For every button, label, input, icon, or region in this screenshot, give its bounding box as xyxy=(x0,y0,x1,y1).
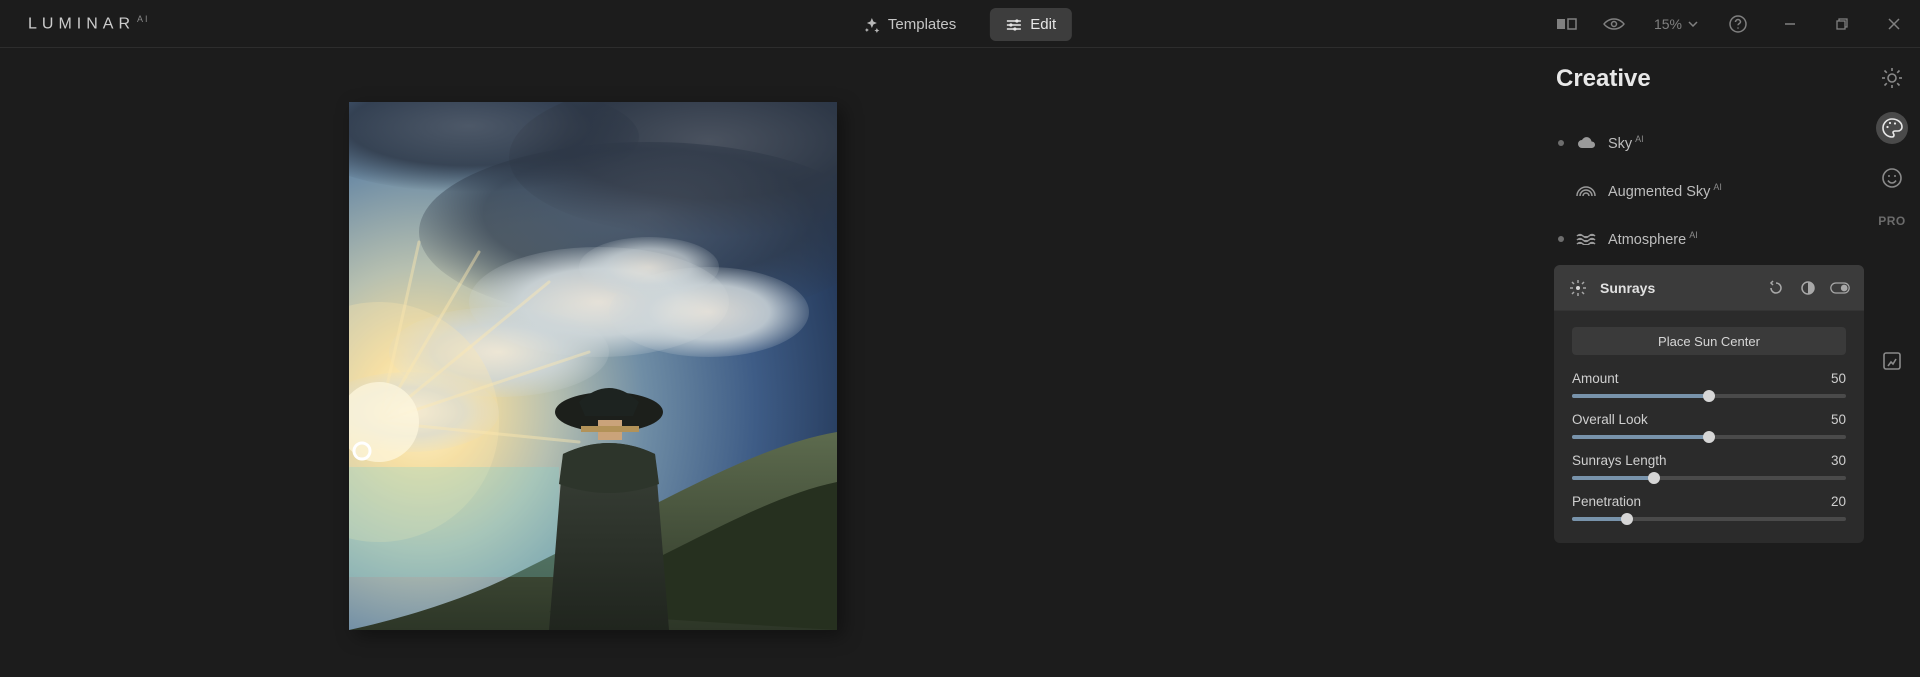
slider-sunrays-length-label: Sunrays Length xyxy=(1572,453,1667,468)
place-sun-center-button[interactable]: Place Sun Center xyxy=(1572,327,1846,355)
category-rail: PRO xyxy=(1864,48,1920,677)
tool-atmosphere[interactable]: AtmosphereAI xyxy=(1554,215,1864,263)
tool-augmented-sky[interactable]: Augmented SkyAI xyxy=(1554,167,1864,215)
cloud-icon xyxy=(1576,136,1596,150)
sun-center-marker[interactable] xyxy=(353,442,372,461)
slider-amount-knob[interactable] xyxy=(1703,390,1715,402)
rail-creative-button[interactable] xyxy=(1876,112,1908,144)
sparkles-icon xyxy=(864,17,880,33)
slider-penetration-knob[interactable] xyxy=(1621,513,1633,525)
help-button[interactable] xyxy=(1712,0,1764,48)
slider-penetration-value: 20 xyxy=(1831,494,1846,509)
sliders-icon xyxy=(1006,17,1022,33)
slider-sunrays-length: Sunrays Length 30 xyxy=(1572,453,1846,480)
chevron-down-icon xyxy=(1688,21,1698,27)
app-logo: LUMINARAI xyxy=(28,14,150,33)
slider-overall-look-value: 50 xyxy=(1831,412,1846,427)
canvas[interactable]: PRO Creative SkyAI Augmented SkyAI Atmos… xyxy=(0,48,1920,677)
help-icon xyxy=(1729,15,1747,33)
creative-panel: Creative SkyAI Augmented SkyAI Atmospher… xyxy=(1554,48,1864,543)
slider-sunrays-length-knob[interactable] xyxy=(1648,472,1660,484)
window-minimize-button[interactable] xyxy=(1764,0,1816,48)
slider-penetration-track[interactable] xyxy=(1572,517,1846,521)
panel-title: Creative xyxy=(1556,65,1864,93)
mask-button[interactable] xyxy=(1798,278,1818,298)
slider-overall-look: Overall Look 50 xyxy=(1572,412,1846,439)
slider-overall-look-track[interactable] xyxy=(1572,435,1846,439)
waves-icon xyxy=(1576,232,1596,246)
templates-mode-button[interactable]: Templates xyxy=(848,8,972,41)
frame-icon xyxy=(1882,351,1902,371)
compare-view-button[interactable] xyxy=(1546,0,1588,48)
palette-icon xyxy=(1881,117,1903,139)
zoom-dropdown[interactable]: 15% xyxy=(1640,0,1712,48)
close-icon xyxy=(1888,18,1900,30)
rail-composition-button[interactable] xyxy=(1876,345,1908,377)
photo-preview xyxy=(349,102,837,630)
maximize-icon xyxy=(1836,18,1848,30)
rainbow-icon xyxy=(1576,184,1596,198)
slider-amount-value: 50 xyxy=(1831,371,1846,386)
tool-sky[interactable]: SkyAI xyxy=(1554,119,1864,167)
modified-dot-icon xyxy=(1558,236,1564,242)
compare-icon xyxy=(1556,17,1578,31)
tool-sunrays-card: Sunrays Place Sun Center Amount 50 Overa… xyxy=(1554,265,1864,543)
modified-dot-icon xyxy=(1558,140,1564,146)
slider-amount-track[interactable] xyxy=(1572,394,1846,398)
minimize-icon xyxy=(1784,18,1796,30)
slider-amount: Amount 50 xyxy=(1572,371,1846,398)
edit-mode-button[interactable]: Edit xyxy=(990,8,1072,41)
rail-portrait-button[interactable] xyxy=(1876,162,1908,194)
slider-penetration-label: Penetration xyxy=(1572,494,1641,509)
slider-overall-look-label: Overall Look xyxy=(1572,412,1648,427)
sunrays-icon xyxy=(1568,278,1588,298)
preview-toggle-button[interactable] xyxy=(1588,0,1640,48)
smiley-icon xyxy=(1881,167,1903,189)
window-close-button[interactable] xyxy=(1868,0,1920,48)
slider-sunrays-length-track[interactable] xyxy=(1572,476,1846,480)
sun-icon xyxy=(1881,67,1903,89)
slider-sunrays-length-value: 30 xyxy=(1831,453,1846,468)
window-maximize-button[interactable] xyxy=(1816,0,1868,48)
sunrays-header[interactable]: Sunrays xyxy=(1554,265,1864,311)
rail-essentials-button[interactable] xyxy=(1876,62,1908,94)
rail-pro-button[interactable]: PRO xyxy=(1878,214,1906,228)
slider-penetration: Penetration 20 xyxy=(1572,494,1846,521)
slider-amount-label: Amount xyxy=(1572,371,1619,386)
reset-button[interactable] xyxy=(1766,278,1786,298)
eye-icon xyxy=(1603,17,1625,31)
slider-overall-look-knob[interactable] xyxy=(1703,431,1715,443)
visibility-toggle[interactable] xyxy=(1830,278,1850,298)
